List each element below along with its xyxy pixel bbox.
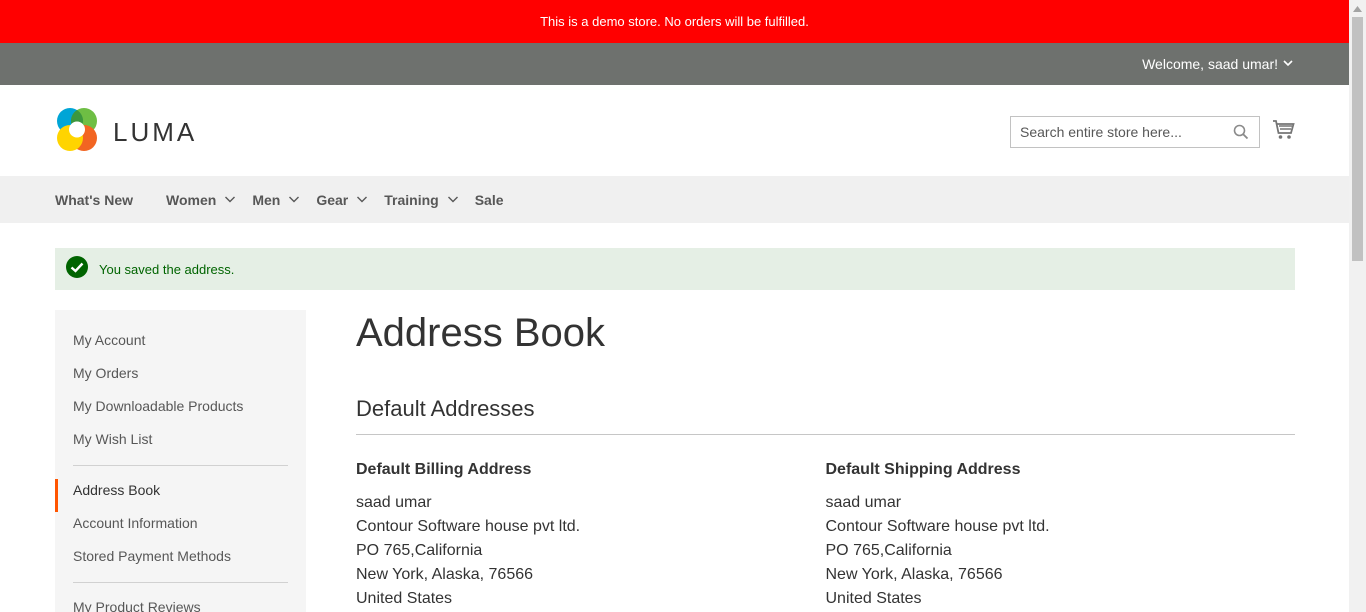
logo-link[interactable]: LUMA xyxy=(55,107,197,158)
panel-header: Welcome, saad umar! xyxy=(0,43,1349,85)
scroll-up-arrow-icon[interactable] xyxy=(1349,0,1366,17)
nav-item-men[interactable]: Men xyxy=(252,192,300,208)
address-line: United States xyxy=(825,590,922,607)
address-line: United States xyxy=(356,590,453,607)
checkmark-icon xyxy=(66,255,88,283)
sidebar-divider xyxy=(73,465,288,466)
sidebar-item-my-product-reviews[interactable]: My Product Reviews xyxy=(55,596,306,612)
shipping-address-title: Default Shipping Address xyxy=(825,461,1021,478)
shipping-address-box: Default Shipping Address saad umar Conto… xyxy=(826,461,1296,611)
cart-icon[interactable] xyxy=(1272,119,1295,146)
nav-item-sale[interactable]: Sale xyxy=(475,192,504,208)
search-input[interactable] xyxy=(1011,117,1221,147)
main-content: Address Book Default Addresses Default B… xyxy=(356,310,1295,611)
chevron-down-icon xyxy=(356,192,368,208)
success-message: You saved the address. xyxy=(55,248,1295,290)
success-message-text: You saved the address. xyxy=(99,261,235,277)
default-addresses: Default Billing Address saad umar Contou… xyxy=(356,461,1295,611)
address-line: Contour Software house pvt ltd. xyxy=(825,518,1050,535)
sidebar-item-my-downloadable-products[interactable]: My Downloadable Products xyxy=(55,395,306,428)
nav-item-gear[interactable]: Gear xyxy=(316,192,368,208)
billing-address-title: Default Billing Address xyxy=(356,461,532,478)
account-sidebar: My Account My Orders My Downloadable Pro… xyxy=(55,310,306,612)
vertical-scrollbar[interactable] xyxy=(1349,0,1366,612)
section-title: Default Addresses xyxy=(356,396,1295,435)
welcome-text: Welcome, saad umar! xyxy=(1142,56,1278,72)
sidebar-item-my-orders[interactable]: My Orders xyxy=(55,362,306,395)
nav-item-training[interactable]: Training xyxy=(384,192,458,208)
sidebar-item-account-information[interactable]: Account Information xyxy=(55,512,306,545)
address-line: Contour Software house pvt ltd. xyxy=(356,518,581,535)
logo-text: LUMA xyxy=(113,117,198,147)
customer-menu-toggle[interactable]: Welcome, saad umar! xyxy=(1142,56,1294,72)
nav-item-label: Gear xyxy=(316,191,349,208)
sidebar-item-address-book: Address Book xyxy=(55,479,306,512)
address-line: PO 765,California xyxy=(356,542,483,559)
billing-address-box: Default Billing Address saad umar Contou… xyxy=(356,461,826,611)
chevron-down-icon xyxy=(1282,56,1294,72)
search-icon[interactable] xyxy=(1233,124,1249,145)
sidebar-item-stored-payment-methods[interactable]: Stored Payment Methods xyxy=(55,545,306,578)
sidebar-divider xyxy=(73,582,288,583)
chevron-down-icon xyxy=(224,192,236,208)
nav-item-whats-new[interactable]: What's New xyxy=(55,192,133,208)
nav-item-women[interactable]: Women xyxy=(166,192,236,208)
address-line: PO 765,California xyxy=(825,542,952,559)
chevron-down-icon xyxy=(288,192,300,208)
chevron-down-icon xyxy=(447,192,459,208)
nav-item-label: Sale xyxy=(474,191,504,208)
luma-logo-icon xyxy=(55,107,99,158)
nav-item-label: Training xyxy=(384,191,439,208)
address-line: saad umar xyxy=(825,494,902,511)
header: LUMA xyxy=(0,85,1349,176)
nav-item-label: Women xyxy=(166,191,217,208)
sidebar-item-my-account[interactable]: My Account xyxy=(55,329,306,362)
search-box xyxy=(1010,116,1260,148)
nav-item-label: Men xyxy=(252,191,281,208)
page: This is a demo store. No orders will be … xyxy=(0,0,1349,612)
page-title: Address Book xyxy=(356,311,606,355)
nav-item-label: What's New xyxy=(55,191,134,208)
address-line: New York, Alaska, 76566 xyxy=(356,566,534,583)
demo-notice-text: This is a demo store. No orders will be … xyxy=(540,14,809,29)
address-line: saad umar xyxy=(356,494,432,511)
main-navigation: What's New Women Men Gear Training Sale xyxy=(0,176,1349,223)
scrollbar-thumb[interactable] xyxy=(1352,17,1363,261)
sidebar-item-my-wish-list[interactable]: My Wish List xyxy=(55,428,306,461)
address-line: New York, Alaska, 76566 xyxy=(825,566,1003,583)
demo-notice-bar: This is a demo store. No orders will be … xyxy=(0,0,1349,43)
